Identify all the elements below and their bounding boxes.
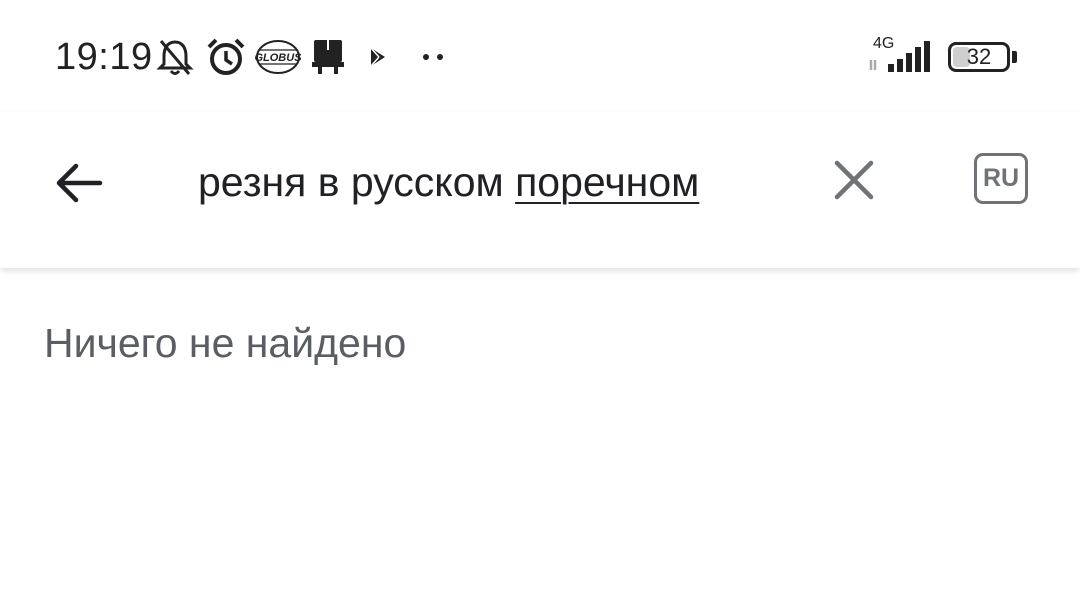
globus-logo: GLOBUS [255, 36, 301, 78]
more-dots-icon [418, 36, 448, 78]
close-icon [834, 160, 874, 200]
empty-results-message: Ничего не найдено [44, 320, 407, 366]
results-area: Ничего не найдено [0, 268, 1080, 600]
clear-button[interactable] [826, 152, 882, 208]
search-bar: резня в русском поречном RU [0, 112, 1080, 268]
signal-strength-icon: 4G [866, 34, 938, 76]
tv-box-icon [309, 36, 347, 78]
arrow-left-icon [56, 163, 103, 203]
network-type-label: 4G [873, 35, 894, 52]
play-store-icon [364, 36, 392, 78]
search-query-text: резня в русском [198, 159, 516, 205]
globus-logo-text: GLOBUS [255, 52, 301, 64]
search-input[interactable]: резня в русском поречном [198, 156, 699, 208]
status-bar: 19:19 GLOBUS 4G 32 [0, 0, 1080, 112]
battery-level: 32 [966, 44, 992, 69]
status-time: 19:19 [55, 36, 153, 78]
battery-tip [1012, 51, 1017, 63]
back-button[interactable] [48, 155, 108, 211]
alarm-icon [205, 36, 247, 78]
language-button[interactable]: RU [974, 153, 1028, 204]
notifications-off-icon [155, 36, 195, 78]
search-query-underlined: поречном [515, 159, 700, 205]
battery-indicator: 32 [948, 42, 1010, 72]
